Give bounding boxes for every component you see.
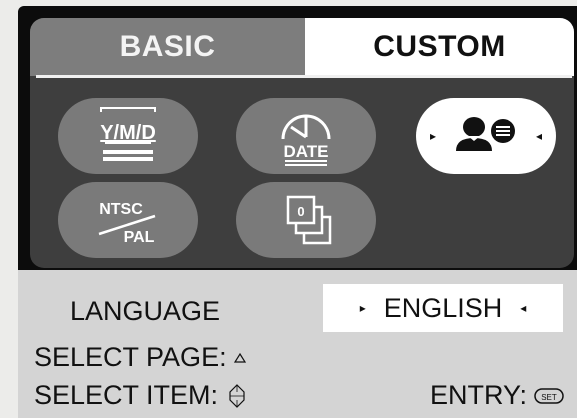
four-way-button-icon [229,383,245,408]
svg-text:DATE: DATE [283,142,328,161]
language-value-selector[interactable]: ▸ ENGLISH ◂ [323,284,563,332]
video-out-icon: NTSC PAL [98,201,156,246]
svg-text:SET: SET [541,393,557,402]
tab-custom[interactable]: CUSTOM [305,18,574,76]
file-number-button[interactable]: 0 [236,182,376,258]
video-out-button[interactable]: NTSC PAL [58,182,198,258]
tab-basic[interactable]: BASIC [30,18,305,76]
up-button-icon [233,352,246,363]
select-item-label: SELECT ITEM: [34,380,219,410]
set-button-icon: SET [534,387,564,404]
date-imprint-button[interactable]: DATE [236,98,376,174]
language-value: ENGLISH [383,292,503,323]
language-label: LANGUAGE [70,296,221,326]
date-imprint-icon: DATE [281,114,331,166]
select-page-label: SELECT PAGE: [34,342,227,372]
left-arrow-icon: ▸ [359,301,366,315]
svg-text:PAL: PAL [124,229,155,246]
select-page-hint: SELECT PAGE: [34,342,247,373]
svg-text:Y/M/D: Y/M/D [100,122,156,144]
svg-text:NTSC: NTSC [99,201,143,218]
info-bar: LANGUAGE ▸ ENGLISH ◂ SELECT PAGE: SELECT… [18,270,577,418]
language-icon [456,117,515,151]
menu-tabs: BASIC CUSTOM [30,18,574,76]
language-button[interactable]: ▸ ◂ [416,98,556,174]
entry-label: ENTRY: [430,380,528,410]
date-format-button[interactable]: Y/M/D [58,98,198,174]
selection-left-arrow-icon: ▸ [430,129,437,143]
svg-text:0: 0 [297,204,304,219]
entry-hint: ENTRY: SET [430,380,565,411]
tab-divider [36,75,572,78]
select-item-hint: SELECT ITEM: [34,380,250,411]
file-number-icon: 0 [286,195,332,245]
selection-right-arrow-icon: ◂ [535,129,542,143]
date-format-icon: Y/M/D [100,107,156,161]
right-arrow-icon: ◂ [520,301,527,315]
